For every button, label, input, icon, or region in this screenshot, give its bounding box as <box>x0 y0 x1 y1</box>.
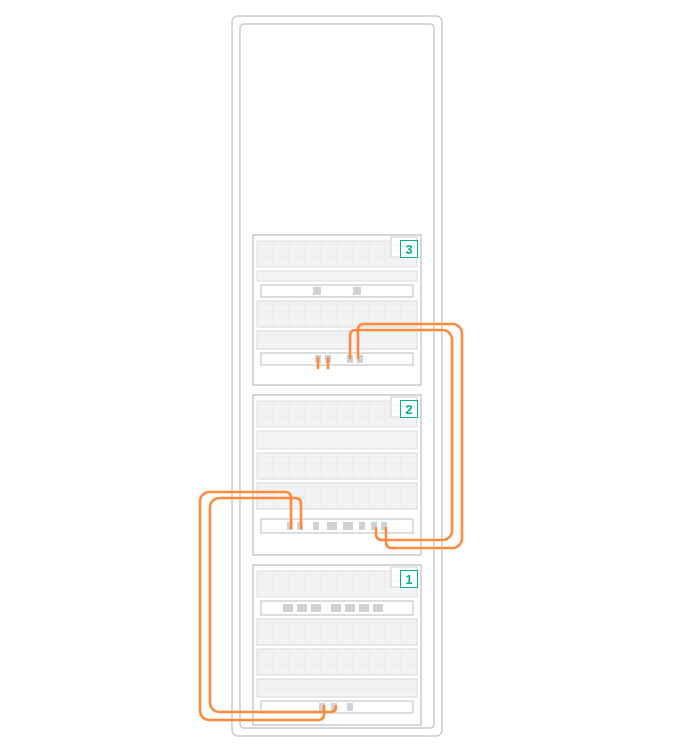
chassis2-to-chassis1-left-outer <box>200 492 324 720</box>
chassis-badge-2: 2 <box>400 400 418 418</box>
chassis3-to-chassis2-right-inner <box>350 330 452 540</box>
chassis2-to-chassis1-left-inner <box>210 498 336 712</box>
chassis-badge-1: 1 <box>400 570 418 588</box>
chassis-badge-3: 3 <box>400 240 418 258</box>
diagram-canvas: 3 2 1 <box>0 0 675 750</box>
chassis3-to-chassis2-right-outer <box>358 324 462 548</box>
cable-layer <box>0 0 675 750</box>
